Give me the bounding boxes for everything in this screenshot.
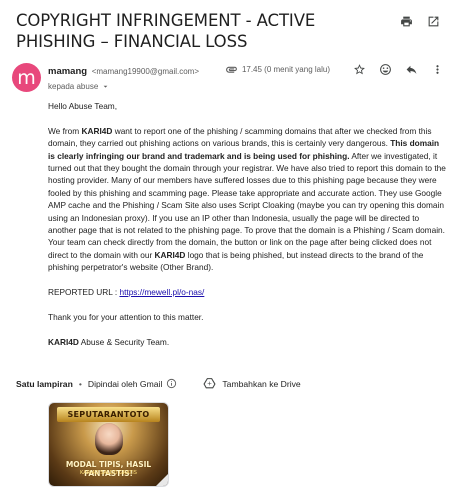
reported-url-link[interactable]: https://mewell.pl/o-nas/ bbox=[119, 287, 204, 297]
message-meta: 17.45 (0 menit yang lalu) bbox=[212, 63, 444, 76]
info-icon[interactable] bbox=[166, 378, 177, 389]
more-vert-icon[interactable] bbox=[431, 63, 444, 76]
greeting: Hello Abuse Team, bbox=[48, 101, 118, 111]
sender-name[interactable]: mamang bbox=[48, 66, 87, 77]
print-icon[interactable] bbox=[400, 15, 413, 28]
chevron-down-icon[interactable] bbox=[101, 82, 110, 91]
avatar-letter: m bbox=[17, 66, 36, 89]
subject-row: COPYRIGHT INFRINGEMENT - ACTIVE PHISHING… bbox=[16, 10, 440, 56]
drive-add-icon bbox=[203, 377, 216, 390]
separator-dot: • bbox=[78, 378, 82, 389]
message-time: 17.45 (0 menit yang lalu) bbox=[241, 65, 330, 74]
brand-name: KARI4D bbox=[81, 125, 113, 136]
attachments-header: Satu lampiran • Dipindai oleh Gmail Tamb… bbox=[16, 377, 301, 390]
reported-url-line: REPORTED URL : https://mewell.pl/o-nas/ bbox=[48, 286, 448, 298]
attachment-icon bbox=[225, 63, 238, 76]
subject-actions bbox=[400, 15, 440, 28]
sender-email: <mamang19900@gmail.com> bbox=[91, 67, 200, 76]
thumbnail-banner: SEPUTARANTOTO bbox=[57, 407, 160, 422]
para-text-1: We from bbox=[48, 125, 82, 136]
add-to-drive-label: Tambahkan ke Drive bbox=[222, 378, 301, 389]
signature: KARI4D Abuse & Security Team. bbox=[48, 336, 448, 348]
report-paragraph: We from KARI4D want to report one of the… bbox=[48, 125, 448, 274]
avatar[interactable]: m bbox=[12, 63, 41, 92]
thumbnail-corner-fold bbox=[156, 474, 168, 486]
scanned-label: Dipindai oleh Gmail bbox=[87, 378, 163, 389]
message-body: Hello Abuse Team, We from KARI4D want to… bbox=[48, 100, 448, 360]
recipient-row[interactable]: kepada abuse bbox=[48, 82, 110, 91]
recipient-label: kepada abuse bbox=[48, 82, 99, 91]
brand-name-2: KARI4D bbox=[154, 249, 186, 260]
attachments-title: Satu lampiran bbox=[16, 378, 73, 389]
thanks-line: Thank you for your attention to this mat… bbox=[48, 311, 204, 322]
thumbnail-subcaption: KARI4D SALDO GRATIS bbox=[80, 470, 137, 476]
add-to-drive-button[interactable]: Tambahkan ke Drive bbox=[203, 377, 301, 390]
para-text-3: After we investigated, it turned out tha… bbox=[48, 150, 446, 260]
emoji-icon[interactable] bbox=[379, 63, 392, 76]
signature-brand: KARI4D bbox=[48, 336, 79, 347]
reply-icon[interactable] bbox=[405, 63, 418, 76]
attachment-thumbnail[interactable]: SEPUTARANTOTO MODAL TIPIS, HASIL FANTAST… bbox=[48, 402, 169, 487]
signature-team: Abuse & Security Team. bbox=[78, 336, 170, 347]
thumbnail-portrait bbox=[95, 423, 123, 455]
open-new-window-icon[interactable] bbox=[427, 15, 440, 28]
reported-url-label: REPORTED URL : bbox=[48, 287, 120, 298]
star-icon[interactable] bbox=[353, 63, 366, 76]
email-subject: COPYRIGHT INFRINGEMENT - ACTIVE PHISHING… bbox=[16, 11, 316, 51]
